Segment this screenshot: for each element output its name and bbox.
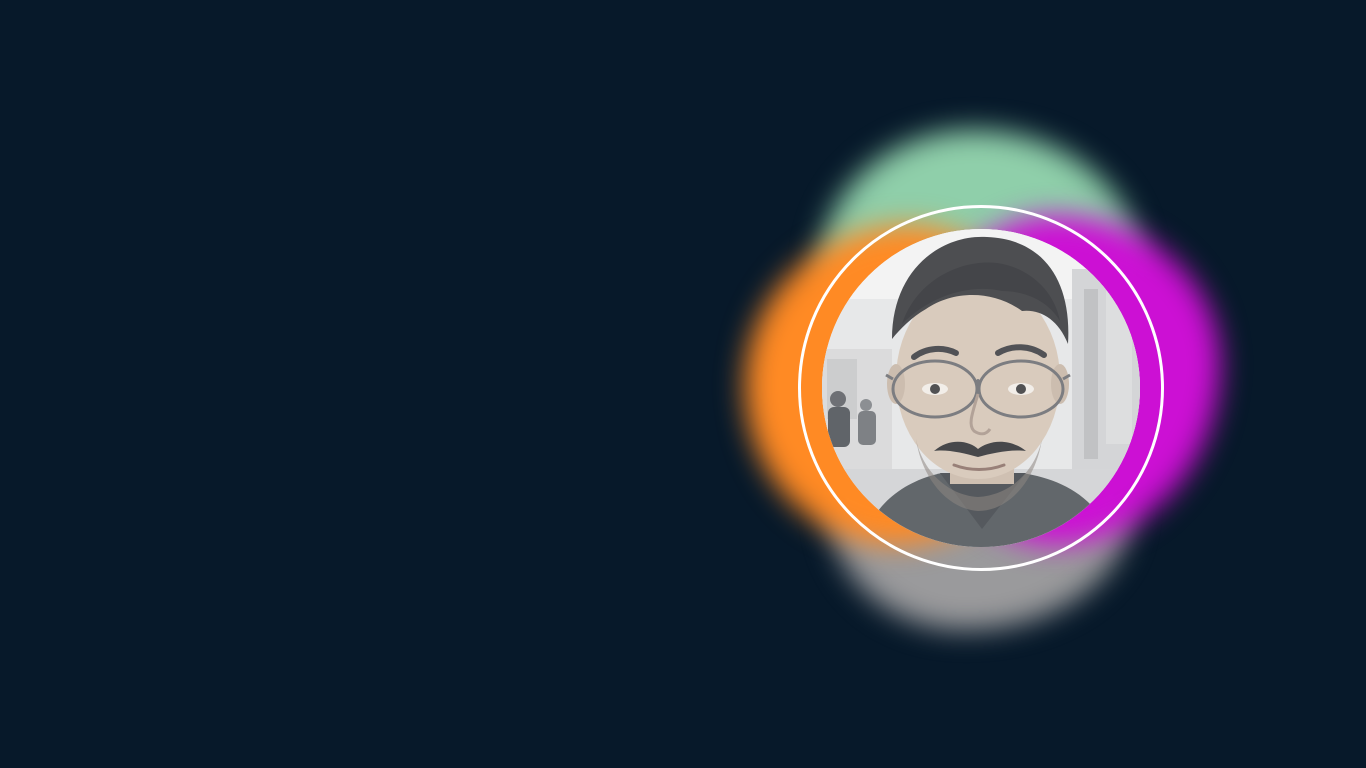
- page: [0, 0, 1366, 768]
- avatar: [822, 229, 1140, 547]
- avatar-photo: [822, 229, 1140, 547]
- profile-hero: [730, 120, 1230, 650]
